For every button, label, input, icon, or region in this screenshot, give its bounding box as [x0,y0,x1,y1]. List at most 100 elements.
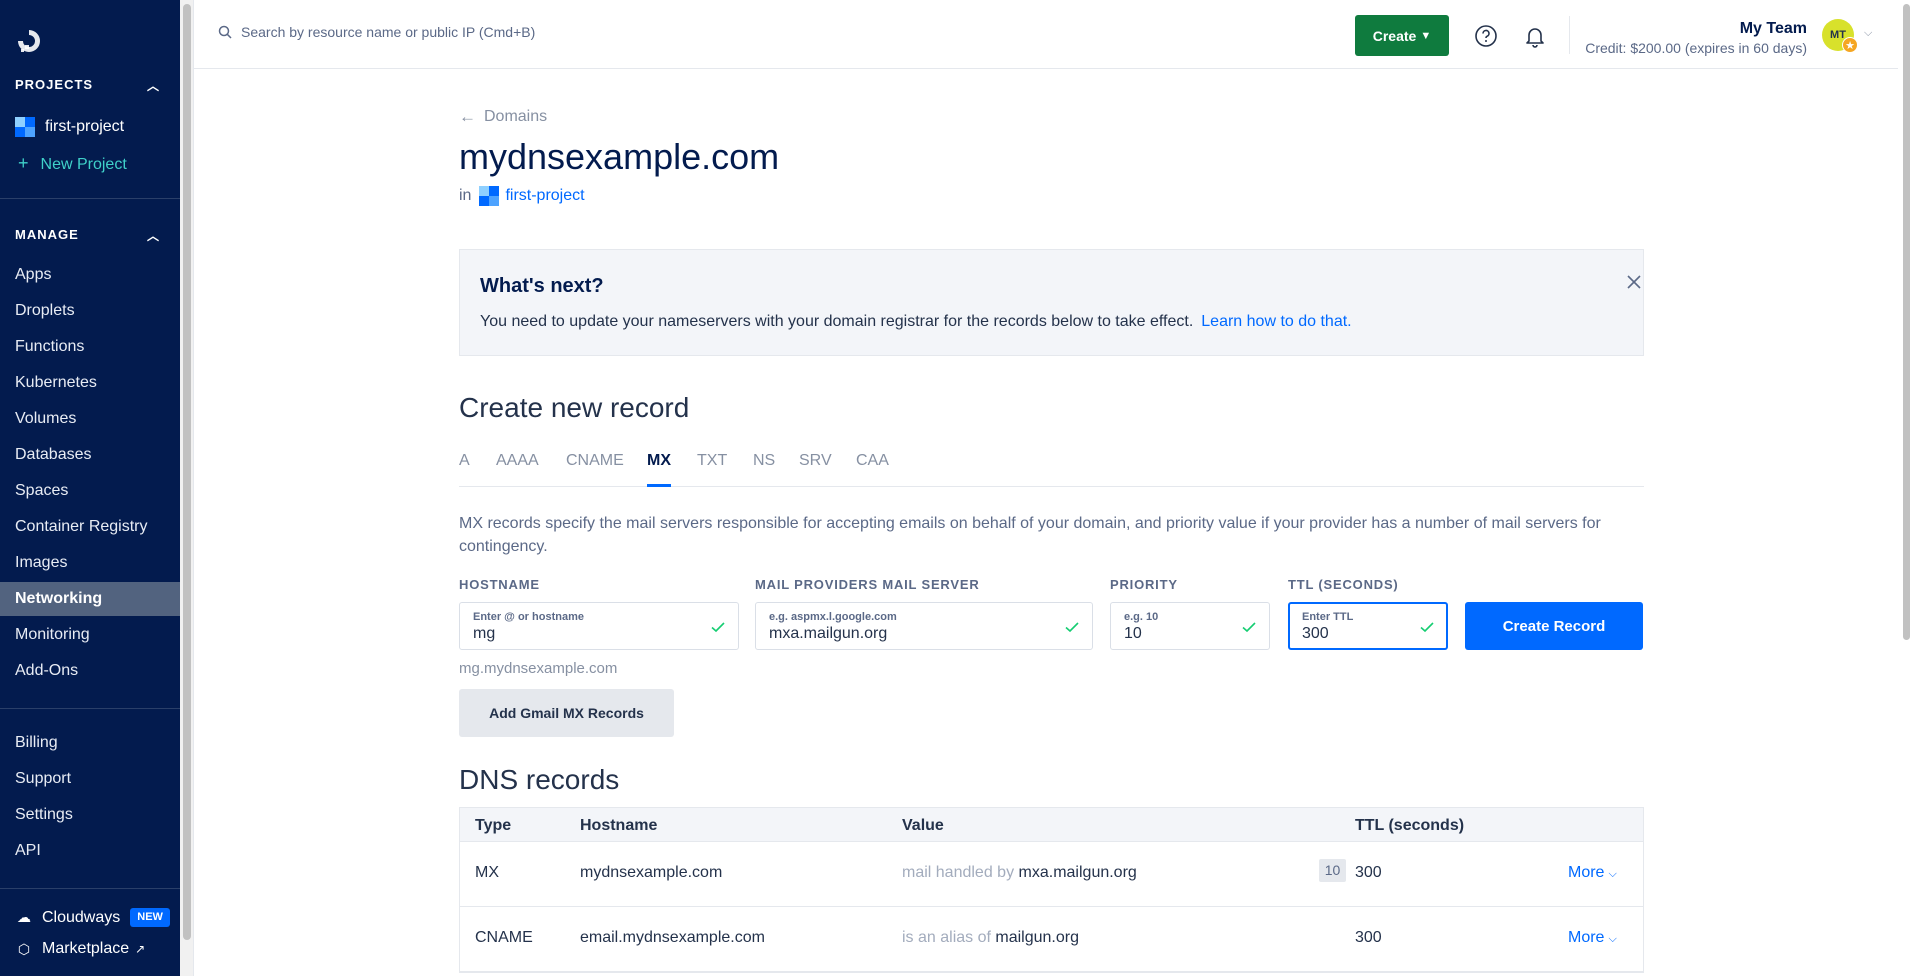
chevron-down-icon[interactable]: ⌵ [1864,27,1872,40]
sidebar-item-settings[interactable]: Settings [0,798,180,832]
search-input[interactable] [241,24,641,40]
star-icon: ★ [1842,37,1858,53]
sidebar-item-marketplace[interactable]: ⬡ Marketplace ↗ [15,940,145,958]
record-value-text: mailgun.org [995,929,1079,946]
record-ttl: 300 [1355,864,1382,881]
sidebar-divider [0,708,180,709]
projects-heading-label: PROJECTS [15,77,94,92]
hostname-preview: mg.mydnsexample.com [459,660,618,677]
in-label: in [459,187,472,204]
more-dropdown[interactable]: More ⌵ [1568,929,1617,947]
marketplace-label: Marketplace [42,940,130,957]
ttl-input[interactable] [1302,625,1412,643]
tab-ns[interactable]: NS [753,452,775,470]
page-scrollbar-thumb[interactable] [1903,4,1910,640]
sidebar-item-billing[interactable]: Billing [0,726,180,760]
sidebar-item-cloudways[interactable]: ☁ Cloudways NEW [15,908,170,927]
tab-caa[interactable]: CAA [856,452,889,470]
sidebar-scrollbar-thumb[interactable] [183,4,191,940]
sidebar-divider [0,888,180,889]
sidebar-item-databases[interactable]: Databases [0,438,180,472]
column-type: Type [475,817,512,834]
page-scrollbar[interactable] [1898,0,1915,976]
cloudways-label: Cloudways [42,908,121,926]
sidebar-item-droplets[interactable]: Droplets [0,294,180,328]
sidebar-item-kubernetes[interactable]: Kubernetes [0,366,180,400]
domain-project-line: in first-project [459,186,585,206]
check-icon [1420,622,1434,633]
chevron-up-icon: ︿ [147,229,161,243]
help-icon[interactable] [1474,24,1498,48]
create-button[interactable]: Create ▼ [1355,15,1449,56]
sidebar-item-images[interactable]: Images [0,546,180,580]
hostname-field[interactable]: Enter @ or hostname [459,602,739,650]
mail-server-input[interactable] [769,625,1005,643]
bell-icon[interactable] [1523,24,1547,48]
sidebar-item-spaces[interactable]: Spaces [0,474,180,508]
sidebar-item-apps[interactable]: Apps [0,258,180,292]
priority-field[interactable]: e.g. 10 [1110,602,1270,650]
manage-heading[interactable]: MANAGE ︿ [15,227,159,243]
dns-records-title: DNS records [459,764,620,795]
page-title: mydnsexample.com [459,136,780,177]
record-ttl: 300 [1355,929,1382,946]
more-label: More [1568,929,1605,946]
hostname-input[interactable] [473,625,668,643]
team-name[interactable]: My Team [1740,20,1807,38]
record-value: mail handled by mxa.mailgun.org [902,864,1137,882]
logo-icon[interactable] [14,26,44,56]
mail-server-label: MAIL PROVIDERS MAIL SERVER [755,577,980,592]
search-box[interactable] [218,24,641,40]
record-value-prefix: mail handled by [902,864,1015,881]
breadcrumb-back[interactable]: ← Domains [459,107,547,127]
learn-how-link[interactable]: Learn how to do that. [1201,313,1351,330]
project-link[interactable]: first-project [505,187,584,205]
sidebar-item-monitoring[interactable]: Monitoring [0,618,180,652]
check-icon [711,622,725,633]
tab-aaaa[interactable]: AAAA [496,452,539,470]
tab-cname[interactable]: CNAME [566,452,624,470]
priority-input[interactable] [1124,625,1235,643]
project-icon [479,186,500,206]
more-dropdown[interactable]: More ⌵ [1568,864,1617,882]
more-label: More [1568,864,1605,881]
sidebar-item-networking[interactable]: Networking [0,582,180,616]
sidebar-scrollbar[interactable] [180,0,194,976]
sidebar-item-support[interactable]: Support [0,762,180,796]
chevron-down-icon: ▼ [1420,29,1432,42]
whats-next-text: You need to update your nameservers with… [480,313,1352,331]
sidebar-project-label: first-project [45,118,125,135]
external-link-icon: ↗ [135,942,146,956]
create-record-button[interactable]: Create Record [1465,602,1643,650]
add-gmail-mx-button[interactable]: Add Gmail MX Records [459,689,674,737]
sidebar-item-functions[interactable]: Functions [0,330,180,364]
check-icon [1242,622,1256,633]
tab-txt[interactable]: TXT [697,452,727,470]
tab-srv[interactable]: SRV [799,452,832,470]
sidebar-item-container-registry[interactable]: Container Registry [0,510,180,544]
whats-next-panel: What's next? You need to update your nam… [459,249,1644,356]
sidebar-item-volumes[interactable]: Volumes [0,402,180,436]
check-icon [1065,622,1079,633]
ttl-field[interactable]: Enter TTL [1288,602,1448,650]
sidebar-item-api[interactable]: API [0,834,180,868]
projects-heading[interactable]: PROJECTS ︿ [15,77,159,93]
new-badge: NEW [130,908,170,927]
sidebar: PROJECTS ︿ first-project + New Project MA… [0,0,180,976]
sidebar-project[interactable]: first-project [15,116,124,138]
table-row: CNAME email.mydnsexample.com is an alias… [460,907,1643,972]
record-type: CNAME [475,929,533,946]
record-type: MX [475,864,499,881]
tab-a[interactable]: A [459,452,470,470]
marketplace-icon: ⬡ [17,940,31,957]
team-credit: Credit: $200.00 (expires in 60 days) [1585,40,1807,56]
sidebar-item-add-ons[interactable]: Add-Ons [0,654,180,688]
tab-mx[interactable]: MX [647,452,671,470]
column-value: Value [902,817,944,834]
arrow-left-icon: ← [459,107,476,126]
topbar-separator [1569,16,1570,54]
sidebar-divider [0,198,180,199]
close-icon[interactable] [1624,272,1644,292]
mail-server-field[interactable]: e.g. aspmx.l.google.com [755,602,1093,650]
new-project-link[interactable]: + New Project [18,153,127,174]
